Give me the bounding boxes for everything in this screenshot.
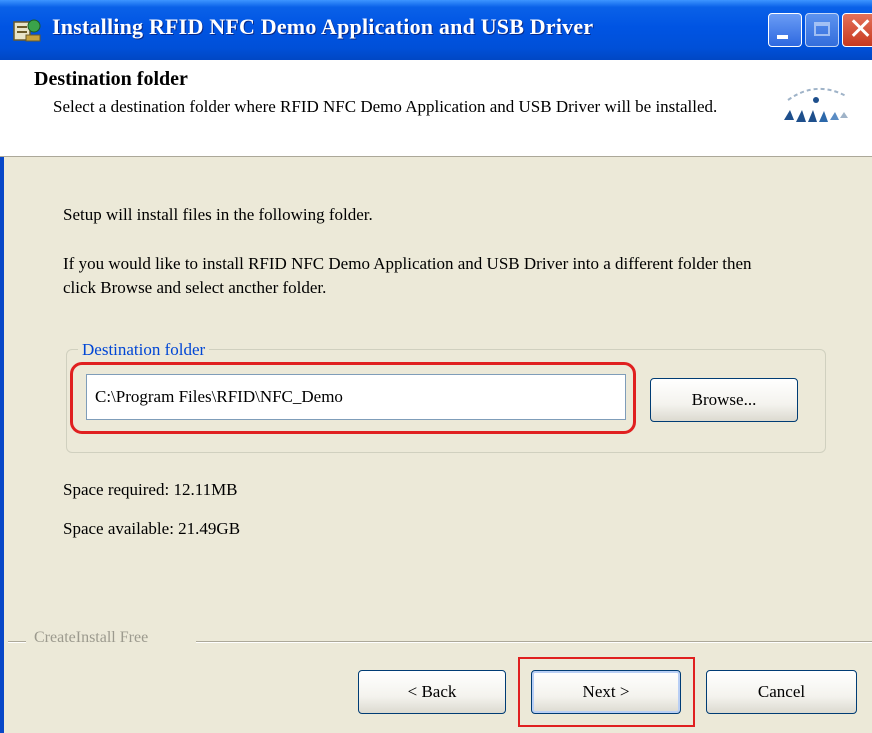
installer-logo-icon bbox=[784, 87, 848, 122]
instructions-text: If you would like to install RFID NFC De… bbox=[63, 254, 752, 297]
minimize-icon bbox=[777, 35, 788, 39]
close-icon: ✕ bbox=[848, 12, 872, 47]
maximize-icon bbox=[814, 22, 830, 36]
page-description: Select a destination folder where RFID N… bbox=[53, 97, 718, 116]
browse-button[interactable]: Browse... bbox=[650, 378, 798, 422]
title-bar[interactable]: Installing RFID NFC Demo Application and… bbox=[0, 0, 872, 60]
installer-window: Installing RFID NFC Demo Application and… bbox=[0, 0, 872, 733]
path-highlight-annotation bbox=[70, 362, 636, 434]
cancel-button[interactable]: Cancel bbox=[706, 670, 857, 714]
footer-separator-left bbox=[8, 641, 26, 643]
maximize-button[interactable] bbox=[805, 13, 839, 47]
intro-text: Setup will install files in the followin… bbox=[63, 205, 373, 224]
minimize-button[interactable] bbox=[768, 13, 802, 47]
space-available-text: Space available: 21.49GB bbox=[63, 519, 241, 538]
destination-group-label: Destination folder bbox=[78, 340, 210, 360]
window-title: Installing RFID NFC Demo Application and… bbox=[52, 14, 594, 39]
window-border-left bbox=[0, 60, 4, 733]
space-required-text: Space required: 12.11MB bbox=[63, 480, 238, 499]
footer-separator-right bbox=[196, 641, 872, 643]
back-button[interactable]: < Back bbox=[358, 670, 506, 714]
brand-label: CreateInstall Free bbox=[32, 629, 151, 647]
page-title: Destination folder bbox=[34, 68, 188, 90]
close-button[interactable]: ✕ bbox=[842, 12, 872, 47]
wizard-header: Destination folder Select a destination … bbox=[0, 60, 872, 157]
installer-app-icon bbox=[13, 19, 41, 42]
next-highlight-annotation bbox=[518, 657, 695, 727]
